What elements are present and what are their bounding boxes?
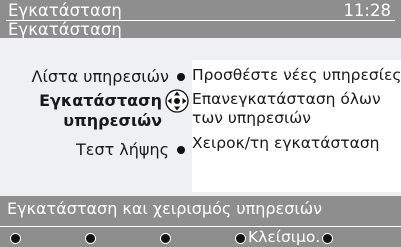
close-key-icon[interactable]: [322, 233, 333, 244]
menu-title: Εγκατάσταση: [8, 1, 122, 20]
option-label: των υπηρεσιών: [192, 109, 311, 127]
close-button[interactable]: Κλείσιμο.: [248, 227, 320, 247]
menu-panel: Λίστα υπηρεσιών Εγκατάσταση υπηρεσιών Τε…: [0, 38, 192, 196]
header-bar: Εγκατάσταση 11:28 Εγκατάσταση: [0, 0, 401, 39]
installation-menu-screen: Εγκατάσταση 11:28 Εγκατάσταση Λίστα υπηρ…: [0, 0, 401, 247]
blue-key-icon[interactable]: [235, 233, 246, 244]
option-reinstall-all-services-line2[interactable]: των υπηρεσιών: [192, 109, 311, 128]
menu-item-service-installation[interactable]: Εγκατάσταση: [39, 90, 162, 111]
menu-item-reception-test[interactable]: Τεστ λήψης: [76, 139, 188, 160]
bullet-icon: [177, 145, 185, 154]
menu-item-label: υπηρεσιών: [63, 110, 162, 130]
menu-item-label: Λίστα υπηρεσιών: [31, 66, 170, 86]
menu-item-service-installation-line2[interactable]: υπηρεσιών: [63, 110, 162, 131]
color-key-bar: Κλείσιμο.: [0, 226, 401, 247]
option-reinstall-all-services[interactable]: Επανεγκατάσταση όλων: [192, 90, 381, 109]
clock: 11:28: [343, 1, 391, 20]
yellow-key-icon[interactable]: [160, 233, 171, 244]
help-text: Εγκατάσταση και χειρισμός υπηρεσιών: [7, 199, 323, 218]
bullet-icon: [177, 72, 185, 81]
menu-item-label: Τεστ λήψης: [76, 139, 169, 159]
options-panel: Προσθέστε νέες υπηρεσίες. Επανεγκατάστασ…: [192, 60, 401, 192]
green-key-icon[interactable]: [85, 233, 96, 244]
option-label: Χειροκ/τη εγκατάσταση: [192, 134, 380, 152]
option-add-new-services[interactable]: Προσθέστε νέες υπηρεσίες.: [192, 66, 401, 85]
status-bar: Εγκατάσταση και χειρισμός υπηρεσιών: [0, 196, 401, 226]
option-label: Προσθέστε νέες υπηρεσίες.: [192, 66, 401, 84]
option-manual-installation[interactable]: Χειροκ/τη εγκατάσταση: [192, 134, 379, 153]
menu-subtitle: Εγκατάσταση: [8, 20, 122, 39]
menu-item-service-list[interactable]: Λίστα υπηρεσιών: [32, 66, 189, 87]
option-label: Επανεγκατάσταση όλων: [192, 90, 381, 108]
menu-item-label: Εγκατάσταση: [39, 90, 162, 110]
navigation-pad-icon: [165, 89, 189, 113]
red-key-icon[interactable]: [10, 233, 21, 244]
